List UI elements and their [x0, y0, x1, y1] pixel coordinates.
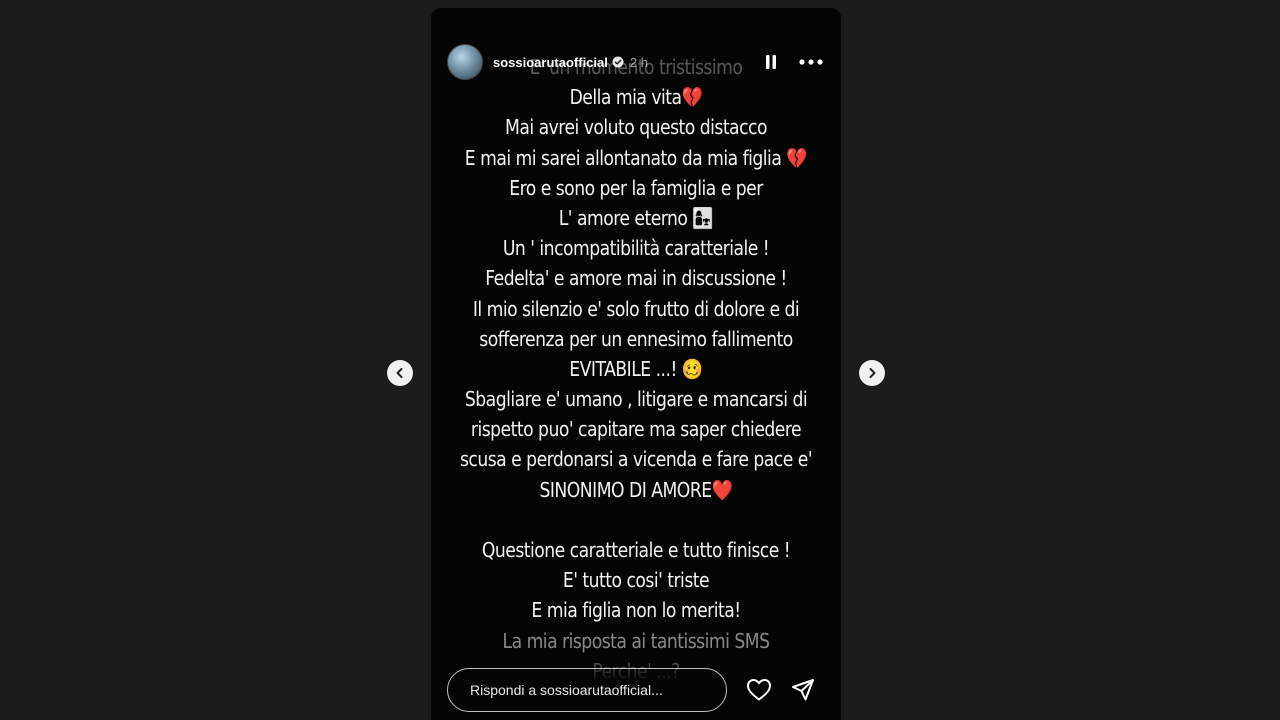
emoji-icon: 👩‍👧	[692, 205, 714, 230]
story-text-line: Fedelta' e amore mai in discussione !	[460, 263, 813, 293]
post-time: 2 h	[629, 54, 648, 70]
story-text-line: E mai mi sarei allontanato da mia figlia…	[460, 143, 813, 173]
share-button[interactable]	[785, 672, 821, 708]
story-text-line-label: E' tutto cosi' triste	[562, 568, 710, 593]
story-text-line: scusa e perdonarsi a vicenda e fare pace…	[460, 444, 813, 474]
story-text-line-label: Un ' incompatibilità caratteriale !	[502, 236, 770, 261]
story-text-line-label: L' amore eterno	[558, 205, 693, 230]
story-text: E' un momento tristissimo Della mia vita💔…	[460, 52, 813, 686]
story-text-line: La mia risposta ai tantissimi SMS	[460, 626, 813, 656]
progress-segment	[447, 28, 571, 30]
story-text-line: L' amore eterno 👩‍👧	[460, 203, 813, 233]
emoji-icon: 💔	[786, 145, 808, 170]
story-text-line: Un ' incompatibilità caratteriale !	[460, 233, 813, 263]
more-options-button[interactable]	[797, 48, 825, 76]
story-text-line-label: Fedelta' e amore mai in discussione !	[485, 266, 787, 291]
verified-badge-icon	[612, 56, 624, 68]
emoji-icon: 💔	[681, 85, 703, 110]
username[interactable]: sossioarutaofficial	[493, 55, 608, 70]
pause-button[interactable]	[757, 48, 785, 76]
story-header: sossioarutaofficial 2 h	[447, 44, 825, 80]
story-text-line: EVITABILE ...! 🥴	[460, 354, 813, 384]
story-text-line: rispetto puo' capitare ma saper chiedere	[460, 414, 813, 444]
story-text-line-label: Il mio silenzio e' solo frutto di dolore…	[472, 296, 800, 321]
story-text-line: E' tutto cosi' triste	[460, 565, 813, 595]
emoji-icon: ❤️	[711, 477, 733, 502]
pause-icon	[766, 55, 776, 69]
story-text-line: Il mio silenzio e' solo frutto di dolore…	[460, 294, 813, 324]
story-text-line: Sbagliare e' umano , litigare e mancarsi…	[460, 384, 813, 414]
story-text-line-label: SINONIMO DI AMORE	[539, 477, 712, 502]
story-text-line: Questione caratteriale e tutto finisce !	[460, 535, 813, 565]
story-text-line-label: Ero e sono per la famiglia e per	[509, 175, 763, 200]
story-text-line-label: Mai avrei voluto questo distacco	[505, 115, 767, 140]
more-options-icon	[799, 59, 823, 65]
story-text-line-label: rispetto puo' capitare ma saper chiedere	[470, 417, 802, 442]
previous-story-button[interactable]	[387, 360, 413, 386]
reply-input[interactable]	[447, 668, 727, 712]
story-frame[interactable]: sossioarutaofficial 2 h E' un momento tr…	[431, 8, 841, 720]
story-text-line-label: La mia risposta ai tantissimi SMS	[502, 628, 770, 653]
story-text-line-label: E mia figlia non lo merita!	[531, 598, 741, 623]
send-icon	[792, 679, 814, 701]
story-text-line-label: sofferenza per un ennesimo fallimento	[479, 326, 793, 351]
story-text-line-label: EVITABILE ...!	[569, 356, 682, 381]
avatar[interactable]	[447, 44, 483, 80]
story-text-line-label: E mai mi sarei allontanato da mia figlia	[464, 145, 787, 170]
emoji-icon: 🥴	[681, 356, 703, 381]
heart-icon	[747, 679, 771, 701]
story-progress	[447, 28, 825, 30]
story-text-line: sofferenza per un ennesimo fallimento	[460, 324, 813, 354]
chevron-right-icon	[869, 368, 876, 378]
story-text-line: SINONIMO DI AMORE❤️	[460, 475, 813, 505]
story-text-line: Ero e sono per la famiglia e per	[460, 173, 813, 203]
chevron-left-icon	[396, 368, 403, 378]
story-viewer: sossioarutaofficial 2 h E' un momento tr…	[0, 0, 1280, 720]
story-text-line: Mai avrei voluto questo distacco	[460, 112, 813, 142]
progress-segment	[701, 28, 825, 30]
progress-segment	[574, 28, 698, 30]
story-text-line-label: Sbagliare e' umano , litigare e mancarsi…	[464, 387, 808, 412]
story-text-line: Della mia vita💔	[460, 82, 813, 112]
story-text-line-label: Della mia vita	[569, 85, 682, 110]
story-text-line-label: scusa e perdonarsi a vicenda e fare pace…	[459, 447, 813, 472]
story-footer	[447, 660, 825, 720]
story-text-line-label: Questione caratteriale e tutto finisce !	[481, 538, 791, 562]
like-button[interactable]	[741, 672, 777, 708]
story-text-line: E mia figlia non lo merita!	[460, 595, 813, 625]
next-story-button[interactable]	[859, 360, 885, 386]
